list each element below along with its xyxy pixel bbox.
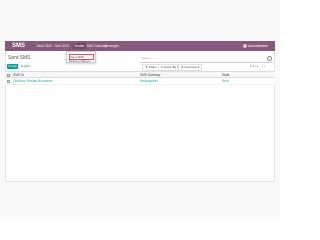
menu-messages[interactable]: Messages	[103, 43, 121, 49]
menu-send-sms[interactable]: Send SMS	[35, 43, 53, 49]
favorites-button[interactable]: ★ Favorites ▾	[178, 64, 203, 71]
dropdown-item-delivery-report[interactable]: Delivery Report	[69, 59, 90, 63]
menu-sent-sms[interactable]: Sent SMS	[53, 43, 70, 49]
select-all-checkbox[interactable]	[7, 74, 10, 77]
app-brand[interactable]: SMS	[12, 42, 25, 50]
search-icon[interactable]	[267, 56, 272, 61]
row-checkbox[interactable]	[7, 80, 10, 83]
app-window: SMS Send SMS Sent SMS Modes SMS Gateway …	[0, 0, 280, 220]
cell-sms-gateway: Messagebird	[140, 79, 159, 83]
search-input[interactable]: Search...	[140, 56, 273, 63]
import-button[interactable]: Import	[20, 64, 31, 69]
cell-state: Sent	[222, 79, 229, 83]
table-header: SMS To SMS Gateway State	[5, 71, 275, 78]
create-button[interactable]: Create	[7, 64, 18, 69]
avatar	[243, 44, 248, 49]
modes-dropdown: Sent SMS Delivery Report	[66, 51, 96, 63]
cell-sms-to: Oitkhoke Bhelate Bhoosthel	[13, 79, 53, 83]
menu-modes[interactable]: Modes	[73, 43, 86, 49]
pager-arrows[interactable]: ‹ ›	[262, 64, 265, 69]
top-navbar: SMS Send SMS Sent SMS Modes SMS Gateway …	[5, 41, 275, 51]
page-title: Sent SMS	[8, 55, 31, 61]
search-placeholder: Search...	[141, 56, 154, 60]
pager-value[interactable]: 1-1 / 1	[250, 64, 259, 69]
user-name: Administrator	[248, 44, 268, 48]
user-menu[interactable]: Administrator	[243, 43, 268, 49]
table-row[interactable]: Oitkhoke Bhelate Bhoosthel Messagebird S…	[5, 78, 275, 85]
